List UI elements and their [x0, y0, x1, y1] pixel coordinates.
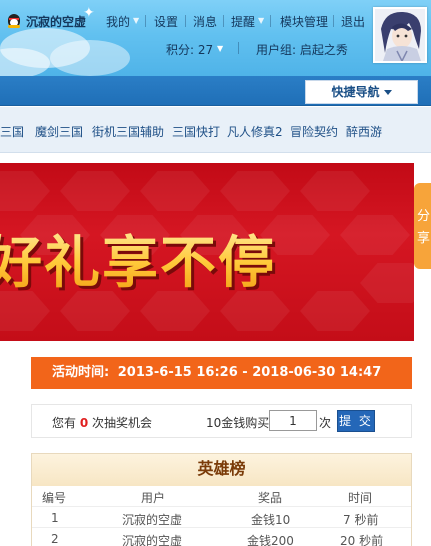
- share-side-tab[interactable]: 分 享: [414, 183, 431, 269]
- lottery-chances: 您有 0 次抽奖机会: [52, 414, 152, 431]
- avatar[interactable]: [373, 7, 427, 63]
- user-group-link[interactable]: 用户组: 启起之秀: [256, 41, 348, 58]
- row-divider: [32, 527, 411, 528]
- nav-logout[interactable]: 退出: [341, 13, 365, 30]
- activity-time-label: 活动时间:: [52, 365, 110, 380]
- rank-user[interactable]: 沉寂的空虚: [122, 511, 182, 528]
- credits-link[interactable]: 积分: 27: [166, 41, 213, 58]
- quick-nav-label: 快捷导航: [331, 85, 380, 99]
- rank-id: 2: [51, 532, 59, 546]
- game-link[interactable]: 冒险契约: [290, 123, 338, 140]
- game-link[interactable]: 街机三国辅助: [92, 123, 164, 140]
- game-link[interactable]: 三国快打: [172, 123, 220, 140]
- column-header: 时间: [348, 491, 373, 505]
- rank-id: 1: [51, 511, 59, 525]
- buy-label: 10金钱购买: [206, 416, 270, 430]
- rank-prize: 金钱200: [247, 534, 294, 546]
- username-link[interactable]: 沉寂的空虚: [26, 13, 86, 30]
- divider: [145, 15, 146, 27]
- chevron-down-icon[interactable]: ▼: [258, 16, 264, 25]
- share-tab-label: 享: [417, 231, 431, 246]
- chevron-down-icon[interactable]: ▼: [133, 16, 139, 25]
- divider: [238, 42, 239, 54]
- qq-icon[interactable]: [7, 12, 21, 28]
- chevron-down-icon[interactable]: ▼: [217, 44, 223, 53]
- ranking-title: 英雄榜: [32, 454, 411, 486]
- divider: [185, 15, 186, 27]
- column-header: 奖品: [258, 491, 283, 505]
- rank-time: 20 秒前: [340, 534, 384, 546]
- lottery-prefix: 您有: [52, 416, 77, 430]
- game-link[interactable]: 醉西游: [346, 123, 382, 140]
- lottery-suffix: 次抽奖机会: [92, 416, 153, 430]
- column-header: 用户: [141, 491, 166, 505]
- divider: [333, 15, 334, 27]
- divider: [223, 15, 224, 27]
- nav-settings[interactable]: 设置: [154, 13, 178, 30]
- banner-slogan: 好礼享不停: [0, 218, 416, 299]
- game-link[interactable]: 弓三国: [0, 123, 24, 140]
- activity-time-range: 2013-6-15 16:26 - 2018-06-30 14:47: [117, 365, 382, 380]
- share-tab-label: 分: [417, 209, 431, 224]
- quick-nav-button[interactable]: 快捷导航: [305, 80, 418, 104]
- lottery-count: 0: [79, 416, 89, 430]
- divider: [270, 15, 271, 27]
- times-unit: 次: [319, 416, 332, 430]
- rank-user[interactable]: 沉寂的空虚: [122, 532, 182, 546]
- nav-module-manage[interactable]: 模块管理: [280, 13, 328, 30]
- rank-prize: 金钱10: [251, 513, 291, 527]
- submit-button[interactable]: 提 交: [337, 410, 375, 432]
- nav-messages[interactable]: 消息: [193, 13, 217, 30]
- cloud-decoration: [50, 40, 130, 76]
- column-header: 编号: [42, 491, 67, 505]
- rank-time: 7 秒前: [343, 513, 379, 527]
- game-link[interactable]: 魔剑三国: [35, 123, 83, 140]
- game-link[interactable]: 凡人修真2: [227, 123, 283, 140]
- quantity-input[interactable]: [269, 410, 317, 431]
- nav-my[interactable]: 我的: [106, 13, 130, 30]
- activity-time-bar: 活动时间: 2013-6-15 16:26 - 2018-06-30 14:47: [31, 357, 412, 389]
- row-divider: [32, 506, 411, 507]
- top-header: ✦: [0, 0, 431, 76]
- nav-reminders[interactable]: 提醒: [231, 13, 255, 30]
- chevron-down-icon: [383, 90, 392, 95]
